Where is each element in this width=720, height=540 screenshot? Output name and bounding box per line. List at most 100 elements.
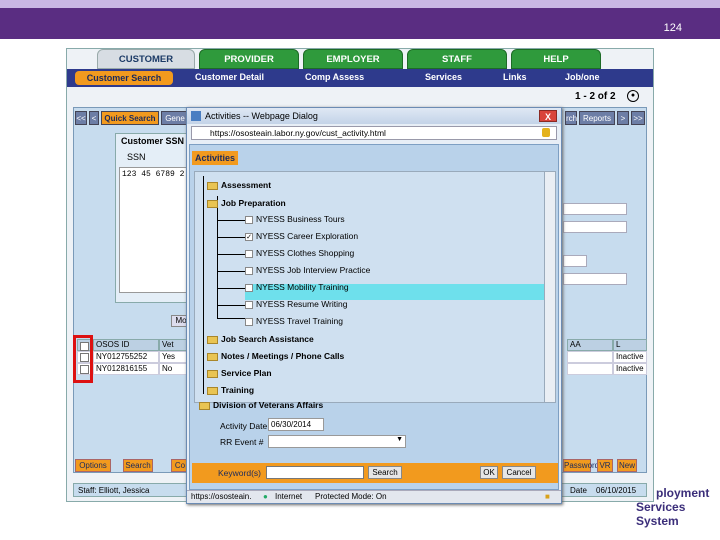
checkbox[interactable] [245,283,253,292]
right-field[interactable] [563,255,587,267]
tree-item-job-interview[interactable]: NYESS Job Interview Practice [245,265,370,276]
nav-last-button[interactable]: >> [631,111,645,125]
tree-item-mobility-training[interactable]: NYESS Mobility Training [245,282,349,293]
keyword-input[interactable] [266,466,364,479]
checkbox[interactable] [245,300,253,309]
nav-next-button[interactable]: > [617,111,629,125]
activity-date-input[interactable]: 06/30/2014 [268,418,324,431]
activities-tab[interactable]: Activities [192,151,239,165]
dialog-title: Activities -- Webpage Dialog [205,111,318,121]
customer-ssn-heading: Customer SSN [121,136,185,146]
tree-item-business-tours[interactable]: NYESS Business Tours [245,214,345,225]
tab-staff[interactable]: STAFF [407,49,507,69]
keyword-bar: Keyword(s) Search OK Cancel [192,463,558,483]
nav-prev-button[interactable]: < [89,111,99,125]
slide-number: 124 [663,22,682,34]
title-bar: 124 [0,8,720,39]
rr-event-label: RR Event # [220,437,264,447]
page-nav-icon[interactable]: ● [627,90,639,102]
keyword-search-button[interactable]: Search [368,466,402,479]
general-tab[interactable]: Gene [161,111,189,125]
subnav-services[interactable]: Services [425,72,462,82]
search-tab[interactable]: rch [565,111,577,125]
lock-icon [542,128,550,137]
tree-item-travel-training[interactable]: NYESS Travel Training [245,316,343,327]
slide: 124 CUSTOMER PROVIDER EMPLOYER STAFF HEL… [0,0,720,540]
grid-cell-status: Inactive [613,363,647,375]
tree-item-career-exploration[interactable]: ✓ NYESS Career Exploration [245,231,358,242]
folder-icon [207,386,218,395]
vr-button[interactable]: VR [597,459,613,472]
status-zone: Internet [275,492,303,501]
grid-header-aa: AA [567,339,613,351]
password-button[interactable]: Password [563,459,599,472]
tree-item-resume-writing[interactable]: NYESS Resume Writing [245,299,347,310]
grid-cell-id[interactable]: NY012816155 [93,363,159,375]
nav-first-button[interactable]: << [75,111,87,125]
status-protected-mode: Protected Mode: On [315,492,387,501]
right-field[interactable] [563,273,627,285]
checkbox[interactable] [245,317,253,326]
search-button[interactable]: Search [123,459,153,472]
tab-provider[interactable]: PROVIDER [199,49,299,69]
rr-event-select[interactable]: ▼ [268,435,406,448]
checkbox-checked[interactable]: ✓ [245,232,253,241]
tab-employer[interactable]: EMPLOYER [303,49,403,69]
ok-button[interactable]: OK [480,466,498,479]
right-field[interactable] [563,221,627,233]
tree-node-notes[interactable]: Notes / Meetings / Phone Calls [207,351,344,362]
dialog-body: Activities Assessment Job Preparation NY… [189,144,559,490]
folder-icon [207,181,218,190]
checkbox[interactable] [245,249,253,258]
checkbox[interactable] [245,215,253,224]
ssn-input[interactable]: 123 45 6789 2 [119,167,191,293]
lock-icon: ■ [545,492,550,501]
dialog-url-bar: https://ososteain.labor.ny.gov/cust_acti… [191,126,557,140]
right-field[interactable] [563,203,627,215]
subnav-customer-detail[interactable]: Customer Detail [195,72,264,82]
tree-node-service-plan[interactable]: Service Plan [207,368,272,379]
subnav-jobzone[interactable]: Job/one [565,72,600,82]
activity-tree: Assessment Job Preparation NYESS Busines… [194,171,549,410]
folder-icon [207,335,218,344]
subnav-links[interactable]: Links [503,72,527,82]
folder-icon [207,352,218,361]
sub-navigation: Customer Search Customer Detail Comp Ass… [67,69,653,87]
logo-line-1: ployment [656,486,710,500]
tree-item-clothes-shopping[interactable]: NYESS Clothes Shopping [245,248,354,259]
close-button[interactable]: X [539,110,557,122]
checkbox[interactable] [245,266,253,275]
tree-node-training[interactable]: Training [207,385,254,396]
dialog-statusbar: https://ososteain. ● Internet Protected … [187,490,561,503]
tree-line [217,196,218,318]
new-button[interactable]: New [617,459,637,472]
grid-cell-id[interactable]: NY012755252 [93,351,159,363]
tree-node-assessment[interactable]: Assessment [207,180,271,191]
tree-node-job-search[interactable]: Job Search Assistance [207,334,314,345]
tree-line [217,271,245,272]
quick-search-tab[interactable]: Quick Search [101,111,159,125]
pagination-indicator: 1 - 2 of 2 [575,91,616,102]
nyess-logo: ployment Services System [588,486,712,528]
tree-scrollbar[interactable] [544,171,556,403]
grid-header-l: L [613,339,647,351]
chevron-down-icon: ▼ [396,436,403,443]
tree-node-job-preparation[interactable]: Job Preparation [207,198,286,209]
subnav-customer-search[interactable]: Customer Search [75,71,173,85]
grid-cell-status: Inactive [613,351,647,363]
options-button[interactable]: Options [75,459,111,472]
tree-line [217,254,245,255]
logo-line-2: Services System [636,500,686,528]
cancel-button[interactable]: Cancel [502,466,536,479]
tree-line [217,288,245,289]
tree-node-veterans-affairs[interactable]: Division of Veterans Affairs [199,400,323,411]
reports-tab[interactable]: Reports [579,111,615,125]
top-accent-bar [0,0,720,8]
tree-line [217,318,245,319]
folder-icon [207,199,218,208]
tab-customer[interactable]: CUSTOMER [97,49,195,69]
tree-line [217,237,245,238]
subnav-comp-assess[interactable]: Comp Assess [305,72,364,82]
tab-help[interactable]: HELP [511,49,601,69]
folder-icon [199,401,210,410]
